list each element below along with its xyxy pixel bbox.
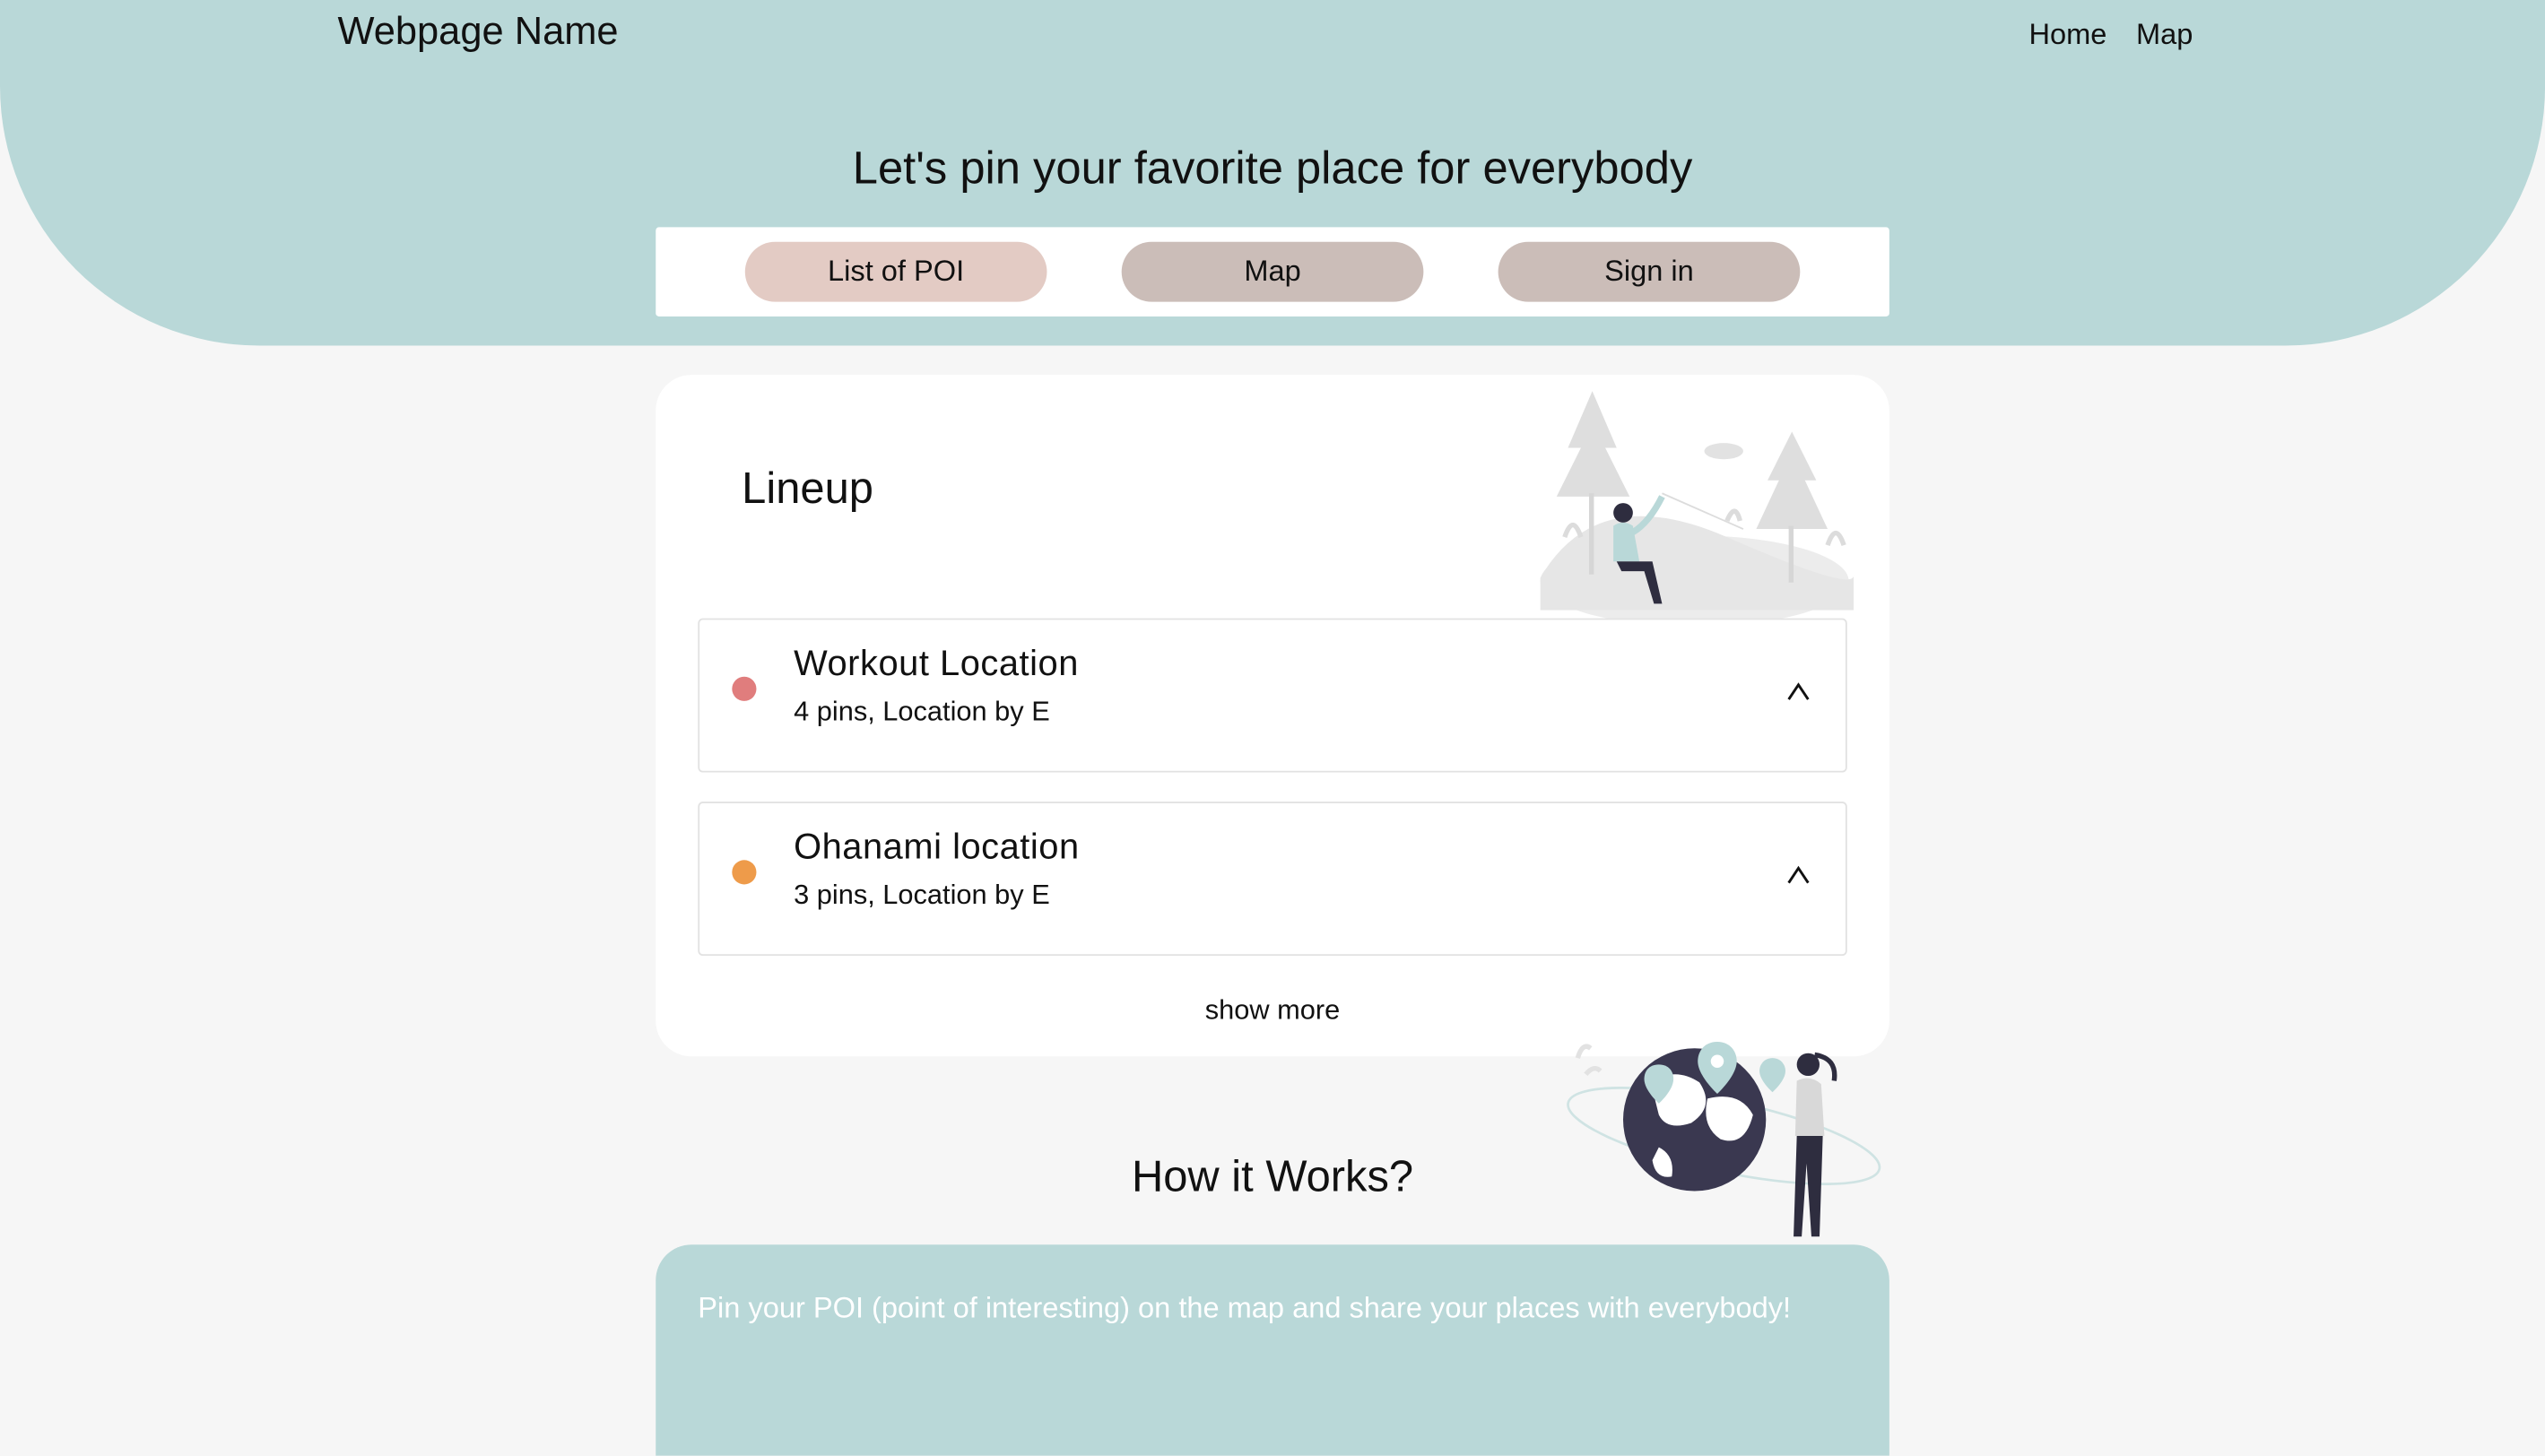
page: Webpage Name Home Map Let's pin your fav… <box>0 0 2545 1456</box>
list-item[interactable]: Ohanami location 3 pins, Location by E <box>698 802 1847 957</box>
status-dot <box>732 676 757 701</box>
list-item-subtitle: 4 pins, Location by E <box>794 696 1050 727</box>
lineup-heading: Lineup <box>742 464 873 513</box>
site-name[interactable]: Webpage Name <box>337 10 618 56</box>
tab-map[interactable]: Map <box>1121 241 1424 302</box>
page-title: Let's pin your favorite place for everyb… <box>852 143 1693 194</box>
nav-map-link[interactable]: Map <box>2136 18 2193 52</box>
list-item[interactable]: Workout Location 4 pins, Location by E <box>698 618 1847 773</box>
list-item-title: Ohanami location <box>794 826 1080 867</box>
chevron-up-icon[interactable] <box>1784 679 1813 708</box>
tab-sign-in[interactable]: Sign in <box>1498 241 1801 302</box>
list-item-subtitle: 3 pins, Location by E <box>794 880 1050 911</box>
lineup-card: Lineup Workout Location 4 pins, Location… <box>656 375 1889 1057</box>
how-it-works-panel: Pin your POI (point of interesting) on t… <box>656 1244 1889 1456</box>
tab-list-of-poi[interactable]: List of POI <box>744 241 1047 302</box>
nav-home-link[interactable]: Home <box>2029 18 2107 52</box>
how-it-works-heading: How it Works? <box>1131 1152 1414 1201</box>
park-illustration <box>1540 391 1854 627</box>
status-dot <box>732 860 757 885</box>
tab-bar: List of POI Map Sign in <box>656 227 1889 316</box>
globe-illustration <box>1567 1042 1881 1237</box>
list-item-title: Workout Location <box>794 642 1079 684</box>
how-it-works-text: Pin your POI (point of interesting) on t… <box>698 1291 1792 1324</box>
chevron-up-icon[interactable] <box>1784 862 1813 891</box>
top-nav: Home Map <box>2029 18 2193 52</box>
